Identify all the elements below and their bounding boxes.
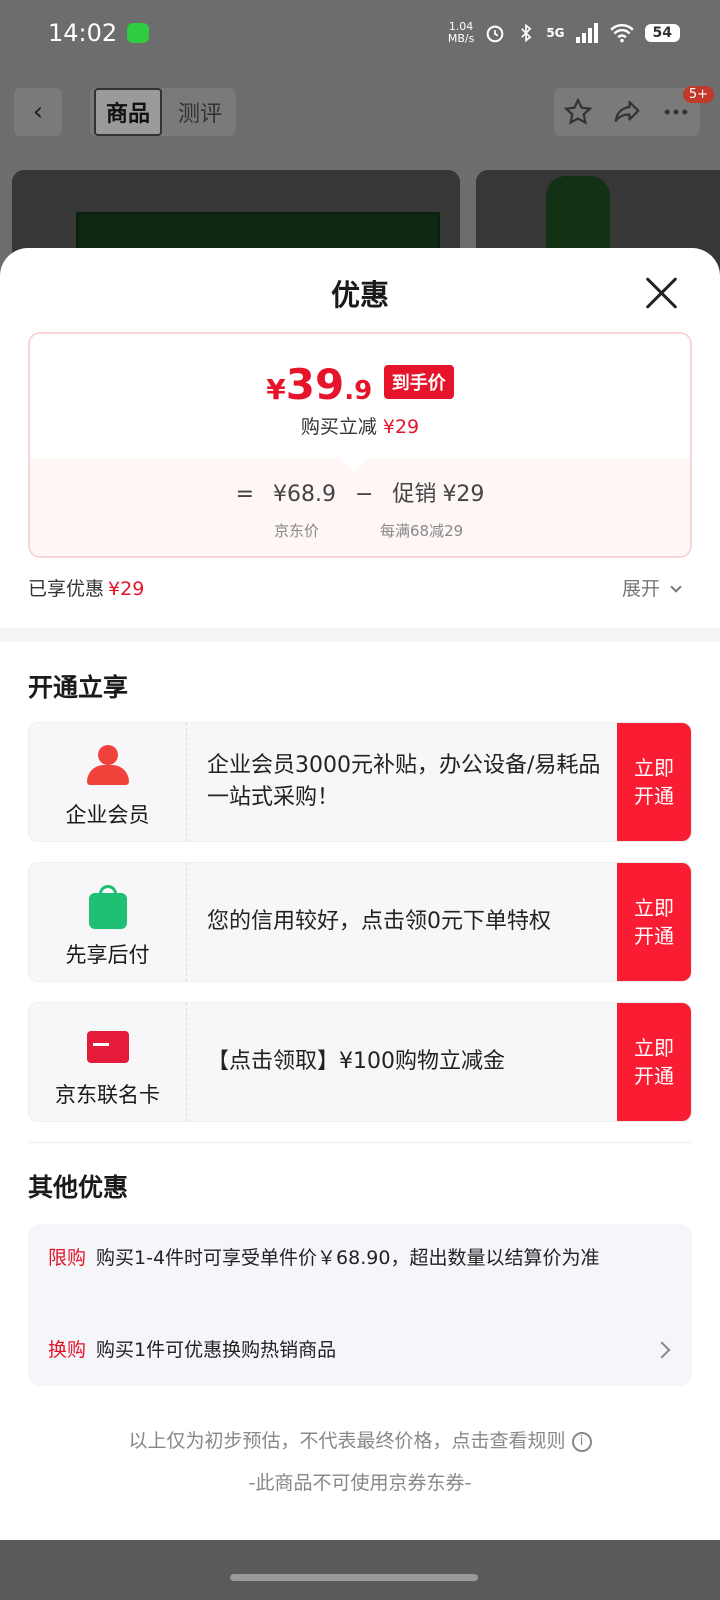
- network-type: 5G: [546, 26, 565, 40]
- offer-tag: 换购: [48, 1339, 87, 1361]
- price-formula: = ¥68.9 − 促销 ¥29: [235, 482, 485, 507]
- buy-reduce-text: 购买立减 ¥29: [300, 416, 420, 438]
- final-price-tag: 到手价: [383, 365, 454, 399]
- signal-icon: [575, 23, 598, 43]
- open-now-button[interactable]: 立即开通: [617, 1003, 691, 1121]
- rules-footnote[interactable]: 以上仅为初步预估，不代表最终价格，点击查看规则 i: [0, 1426, 720, 1453]
- sheet-title: 优惠: [330, 278, 389, 312]
- top-actions: 5+: [554, 86, 714, 136]
- other-offer-limit: 限购 购买1-4件时可享受单件价￥68.90，超出数量以结算价为准: [48, 1247, 600, 1269]
- navigation-bar: [0, 1540, 720, 1600]
- notification-badge: 5+: [682, 86, 714, 103]
- message-icon: [127, 23, 150, 43]
- offer-pay-later[interactable]: 先享后付 您的信用较好，点击领0元下单特权 立即开通: [28, 862, 692, 982]
- divider: [28, 1142, 692, 1143]
- open-now-button[interactable]: 立即开通: [617, 723, 691, 841]
- offer-tag: 限购: [48, 1247, 87, 1269]
- alarm-icon: [486, 25, 504, 43]
- tab-review[interactable]: 测评: [168, 90, 232, 134]
- status-bar: 14:02 1.04 MB/s 5G 54: [0, 0, 720, 66]
- open-now-button[interactable]: 立即开通: [617, 863, 691, 981]
- chevron-left-icon: ‹: [32, 97, 44, 127]
- star-icon[interactable]: [563, 97, 593, 127]
- back-button[interactable]: ‹: [14, 88, 62, 136]
- other-offers-box: 限购 购买1-4件时可享受单件价￥68.90，超出数量以结算价为准 换购 购买1件可…: [28, 1224, 692, 1386]
- close-icon[interactable]: [644, 276, 678, 310]
- section-divider: [0, 628, 720, 642]
- offer-enterprise-member[interactable]: 企业会员 企业会员3000元补贴，办公设备/易耗品一站式采购！ 立即开通: [28, 722, 692, 842]
- wifi-icon: [609, 24, 634, 43]
- clock: 14:02: [48, 19, 118, 47]
- price-card: ¥39.9 到手价 购买立减 ¥29 = ¥68.9 − 促销 ¥29 京东价 每满…: [28, 332, 692, 558]
- top-navigation: ‹ 商品 测评 5+: [14, 86, 714, 136]
- other-section-title: 其他优惠: [28, 1173, 129, 1202]
- expand-button[interactable]: 展开: [622, 574, 682, 601]
- tab-bar: 商品 测评: [90, 88, 237, 136]
- open-section-title: 开通立享: [28, 673, 129, 702]
- enjoyed-discount: 已享优惠 ¥29: [28, 578, 145, 600]
- offer-label: 京东联名卡: [55, 1083, 160, 1107]
- bag-icon: [87, 885, 129, 929]
- offer-description: 企业会员3000元补贴，办公设备/易耗品一站式采购！: [207, 753, 601, 810]
- share-icon[interactable]: [612, 97, 642, 127]
- person-icon: [87, 745, 129, 787]
- info-icon[interactable]: i: [571, 1432, 592, 1452]
- offer-description: 【点击领取】¥100购物立减金: [207, 1049, 505, 1074]
- card-icon: [87, 1025, 129, 1067]
- net-speed: 1.04 MB/s: [447, 20, 475, 45]
- battery-indicator: 54: [644, 24, 680, 42]
- bluetooth-icon: [521, 23, 532, 43]
- offer-label: 先享后付: [65, 943, 150, 967]
- offer-cobrand-card[interactable]: 京东联名卡 【点击领取】¥100购物立减金 立即开通: [28, 1002, 692, 1122]
- offer-description: 您的信用较好，点击领0元下单特权: [207, 909, 551, 934]
- other-offer-exchange[interactable]: 换购 购买1件可优惠换购热销商品: [48, 1336, 666, 1364]
- chevron-down-icon: [670, 581, 682, 593]
- final-price: ¥39.9 到手价: [30, 360, 690, 409]
- coupon-notice: -此商品不可使用京券东券-: [248, 1472, 472, 1494]
- offer-label: 企业会员: [65, 803, 150, 827]
- home-indicator[interactable]: [230, 1574, 478, 1581]
- discount-sheet: 优惠 ¥39.9 到手价 购买立减 ¥29 = ¥68.9 − 促销 ¥29 京东价…: [0, 248, 720, 1600]
- tab-product[interactable]: 商品: [94, 88, 163, 136]
